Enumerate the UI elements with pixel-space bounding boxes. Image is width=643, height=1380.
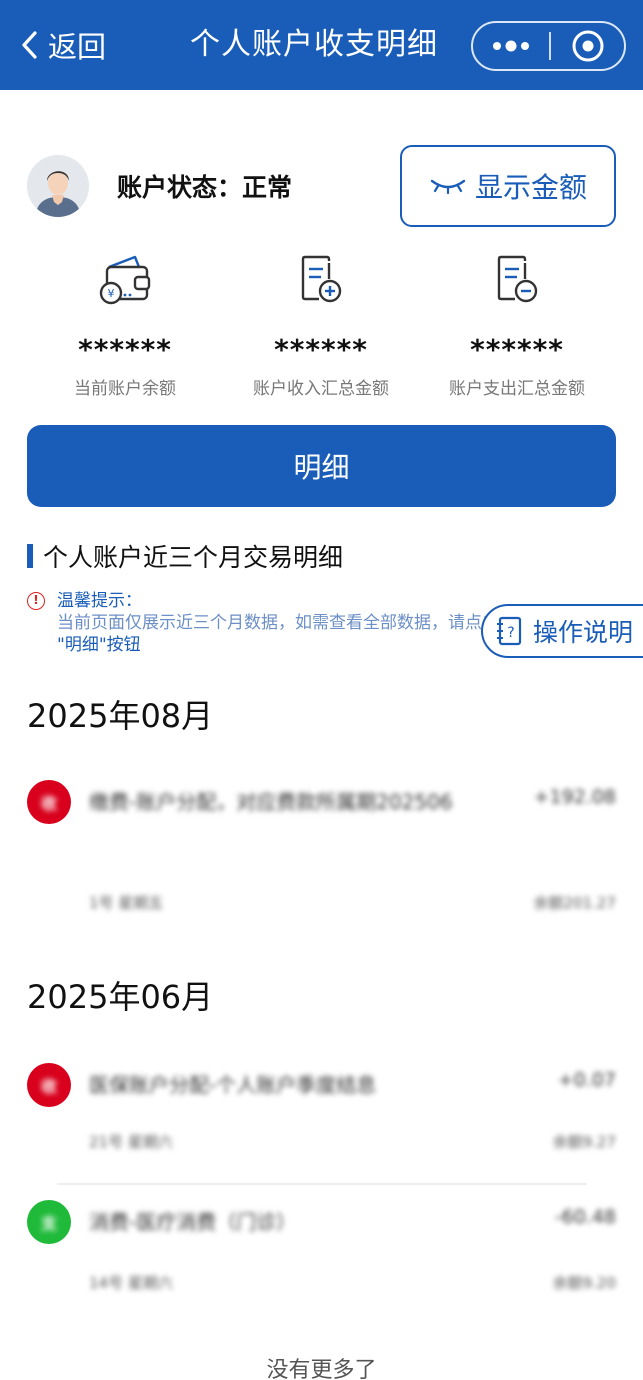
transaction-balance: 余额9.27: [552, 1133, 616, 1151]
eye-closed-icon: [430, 179, 466, 195]
svg-text:¥: ¥: [108, 287, 115, 300]
transaction-amount: -60.48: [554, 1206, 616, 1228]
user-avatar-icon: [27, 155, 89, 217]
transaction-row[interactable]: 收 缴费-账户分配，对应费款所属期202506 +192.08 1号 星期五 余…: [27, 780, 616, 930]
back-label: 返回: [48, 30, 107, 64]
income-icon: 收: [27, 780, 71, 824]
tip-heading: 温馨提示：: [57, 591, 142, 611]
svg-text:?: ?: [507, 625, 514, 641]
expense-total-value: ******: [470, 333, 564, 366]
stat-income: ****** 账户收入汇总金额: [214, 252, 428, 399]
transaction-row[interactable]: 支 消费-医疗消费（门诊） -60.48 14号 星期六 余额9.20: [27, 1200, 616, 1292]
transaction-amount: +0.07: [557, 1069, 616, 1091]
month-header: 2025年08月: [27, 697, 214, 735]
chevron-left-icon: [22, 31, 37, 59]
balance-label: 当前账户余额: [74, 379, 176, 399]
show-amount-label: 显示金额: [474, 171, 587, 204]
show-amount-button[interactable]: 显示金额: [400, 145, 616, 227]
detail-button[interactable]: 明细: [27, 425, 616, 507]
page-title: 个人账户收支明细: [190, 27, 438, 62]
more-button[interactable]: [473, 23, 549, 69]
avatar: [27, 155, 89, 217]
tip-body: 当前页面仅展示近三个月数据，如需查看全部数据，请点击: [57, 613, 487, 633]
transaction-balance: 余额201.27: [533, 894, 617, 912]
expense-icon: 支: [27, 1200, 71, 1244]
mini-program-capsule: [471, 21, 626, 71]
income-total-value: ******: [274, 333, 368, 366]
section-header: 个人账户近三个月交易明细: [27, 538, 343, 574]
wallet-icon: ¥: [99, 255, 151, 305]
transaction-date: 21号 星期六: [89, 1133, 173, 1151]
income-icon: 收: [27, 1063, 71, 1107]
section-accent-bar: [27, 544, 33, 568]
transaction-date: 1号 星期五: [89, 894, 164, 912]
account-status: 账户状态：正常: [117, 173, 293, 202]
document-minus-icon: [497, 255, 538, 303]
document-plus-icon: [301, 255, 342, 303]
expense-total-label: 账户支出汇总金额: [449, 379, 585, 399]
month-header: 2025年06月: [27, 978, 214, 1016]
transaction-title: 缴费-账户分配，对应费款所属期202506: [89, 790, 453, 814]
help-book-icon: ?: [497, 616, 522, 646]
target-close-icon: [572, 30, 603, 62]
tip-box: ! 温馨提示： 当前页面仅展示近三个月数据，如需查看全部数据，请点击 "明细"按…: [27, 590, 487, 656]
transaction-title: 消费-医疗消费（门诊）: [89, 1210, 297, 1234]
tip-detail-reference: "明细"按钮: [57, 635, 141, 655]
operation-guide-label: 操作说明: [533, 618, 634, 647]
close-miniprogram-button[interactable]: [551, 23, 624, 69]
operation-guide-button[interactable]: ? 操作说明: [481, 604, 643, 658]
back-button[interactable]: 返回: [20, 22, 106, 68]
transaction-balance: 余额9.20: [552, 1274, 616, 1292]
transaction-row[interactable]: 收 医保账户分配-个人账户季度结息 +0.07 21号 星期六 余额9.27: [27, 1063, 616, 1153]
nav-bar: 返回 个人账户收支明细: [0, 0, 643, 90]
balance-value: ******: [78, 333, 172, 366]
stat-expense: ****** 账户支出汇总金额: [410, 252, 624, 399]
more-dots-icon: [493, 40, 529, 52]
section-title: 个人账户近三个月交易明细: [43, 543, 344, 572]
warning-icon: !: [27, 592, 45, 610]
list-end-text: 没有更多了: [266, 1358, 377, 1380]
transaction-amount: +192.08: [533, 786, 616, 808]
income-total-label: 账户收入汇总金额: [253, 379, 389, 399]
row-divider: [57, 1183, 587, 1185]
transaction-title: 医保账户分配-个人账户季度结息: [89, 1073, 377, 1097]
stat-balance: ¥ ****** 当前账户余额: [18, 252, 232, 399]
transaction-date: 14号 星期六: [89, 1274, 173, 1292]
